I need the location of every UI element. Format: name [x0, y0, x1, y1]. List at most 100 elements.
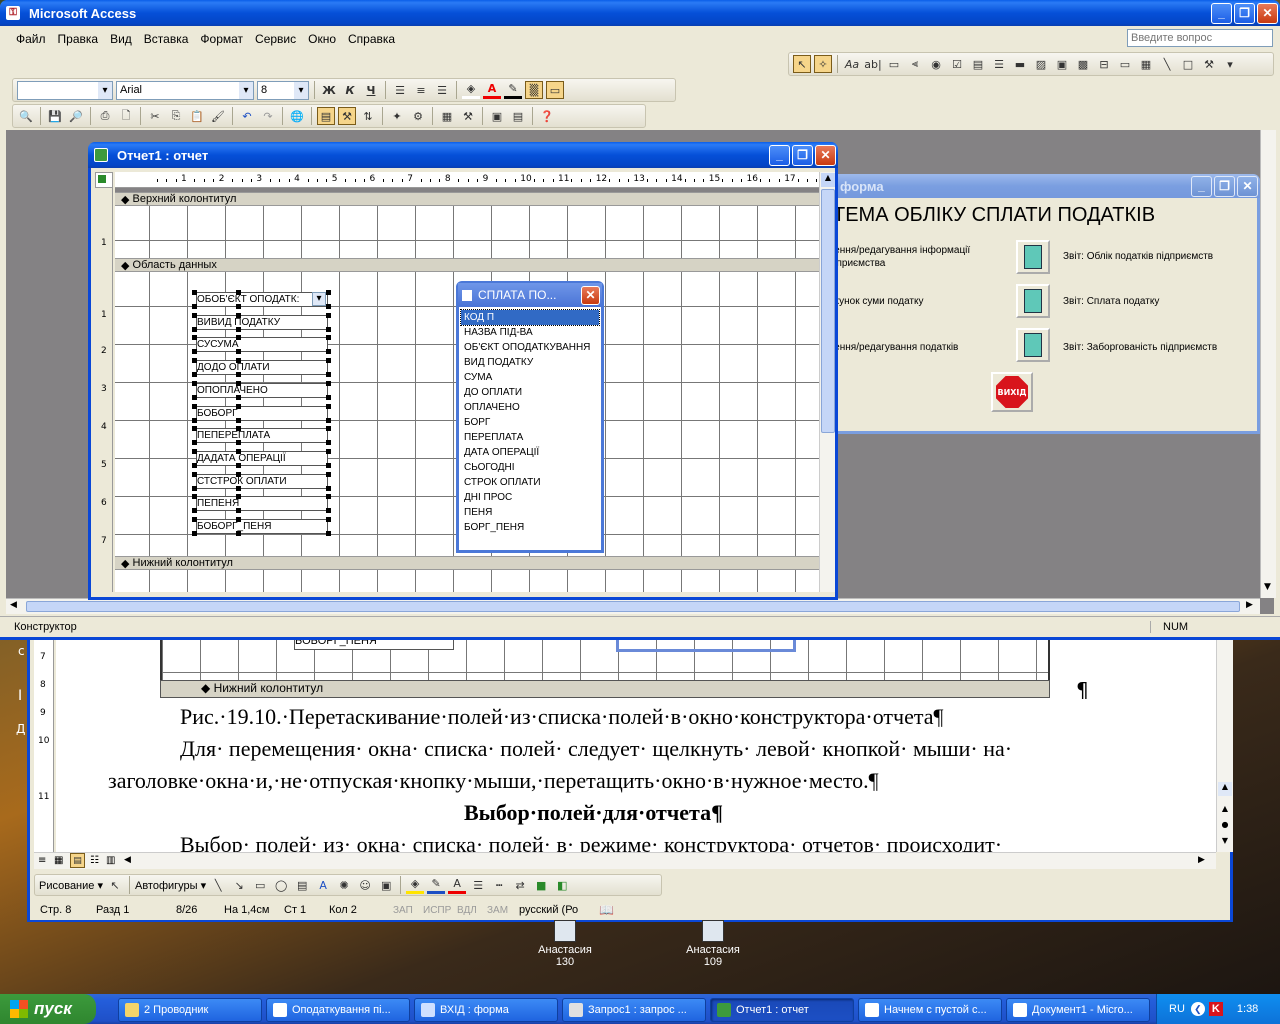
field-list-item[interactable]: БОРГ_ПЕНЯ [461, 520, 599, 535]
resize-handle[interactable] [326, 380, 331, 386]
page-header-bar[interactable]: ◆ Верхний колонтитул [115, 192, 819, 206]
hyperlink-icon[interactable]: 🌐 [288, 107, 306, 125]
report-field-control[interactable]: ПЕ ПЕРЕПЛАТА [196, 428, 328, 444]
scroll-left-icon[interactable]: ◀ [124, 855, 131, 865]
line-color-icon[interactable]: ✎ [427, 876, 446, 894]
detail-bar[interactable]: ◆ Область данных [115, 258, 819, 272]
resize-handle[interactable] [236, 372, 241, 378]
tab-control-icon[interactable]: ▭ [1116, 55, 1134, 73]
font-combo[interactable]: Arial [116, 80, 254, 100]
resize-handle[interactable] [192, 290, 197, 295]
word-page[interactable]: БОБОРГ_ПЕНЯ ◆ Нижний колонтитул ¶ Рис.·1… [56, 632, 1216, 852]
maximize-icon[interactable]: ❐ [792, 144, 813, 166]
report-selector[interactable] [95, 172, 113, 188]
search-file-icon[interactable]: 🔎 [67, 107, 85, 125]
fill-color-icon[interactable]: ◈ [462, 81, 480, 99]
scroll-left-icon[interactable]: ◀ [10, 600, 17, 610]
resize-handle[interactable] [192, 417, 197, 423]
line-icon[interactable]: ╲ [1158, 55, 1176, 73]
arrow-icon[interactable]: ↘ [230, 876, 248, 894]
toolbox-icon[interactable]: ⚒ [338, 107, 356, 125]
help-search-input[interactable] [1127, 29, 1273, 47]
field-list-item[interactable]: ВИД ПОДАТКУ [461, 355, 599, 370]
minimize-icon[interactable]: _ [769, 144, 790, 166]
properties-icon[interactable]: ▦ [438, 107, 456, 125]
unbound-frame-icon[interactable]: ▣ [1053, 55, 1071, 73]
normal-view-icon[interactable]: ≡ [38, 855, 46, 866]
maximize-icon[interactable]: ❐ [1234, 2, 1255, 24]
label-icon[interactable]: Aa [843, 55, 861, 73]
diagram-icon[interactable]: ✺ [335, 876, 353, 894]
resize-handle[interactable] [236, 326, 241, 332]
resize-handle[interactable] [326, 312, 331, 318]
wizard-icon[interactable]: ✧ [814, 55, 832, 73]
print-icon[interactable]: ⎙ [96, 107, 114, 125]
desktop-icon[interactable]: Анастасия 109 [678, 920, 748, 968]
resize-handle[interactable] [326, 358, 331, 364]
listbox-icon[interactable]: ☰ [990, 55, 1008, 73]
line-style-icon[interactable]: ☰ [469, 876, 487, 894]
field-list-item[interactable]: НАЗВА ПІД-ВА [461, 325, 599, 340]
combo-dropdown-icon[interactable]: ▾ [312, 292, 326, 306]
new-object-icon[interactable]: ▤ [509, 107, 527, 125]
resize-handle[interactable] [236, 417, 241, 423]
checkbox-icon[interactable]: ☑ [948, 55, 966, 73]
format-painter-icon[interactable]: 🖌 [209, 107, 227, 125]
resize-handle[interactable] [192, 326, 197, 332]
scroll-right-icon[interactable]: ▶ [1246, 600, 1253, 610]
redo-icon[interactable]: ↷ [259, 107, 277, 125]
form-left-item-1[interactable]: едення/редагування інформації підприємств… [823, 244, 970, 270]
prev-page-icon[interactable]: ▲ [1218, 804, 1232, 816]
next-page-icon[interactable]: ▼ [1218, 836, 1232, 848]
textbox-icon[interactable]: ab| [864, 55, 882, 73]
resize-handle[interactable] [326, 417, 331, 423]
resize-handle[interactable] [326, 426, 331, 432]
resize-handle[interactable] [236, 290, 241, 295]
more-controls-icon[interactable]: ⚒ [1200, 55, 1218, 73]
field-list-title-bar[interactable]: СПЛАТА ПО... ✕ [458, 283, 602, 307]
page-break-icon[interactable]: ⊟ [1095, 55, 1113, 73]
word-vscroll[interactable]: ▲ ▲ ● ▼ [1216, 632, 1233, 852]
shadow-icon[interactable]: ■ [532, 876, 550, 894]
scroll-right-icon[interactable]: ▶ [1198, 855, 1205, 865]
menu-edit[interactable]: Правка [52, 32, 105, 46]
page-footer-bar[interactable]: ◆ Нижний колонтитул [115, 556, 819, 570]
bold-button[interactable]: Ж [320, 81, 338, 99]
field-list-item[interactable]: ДАТА ОПЕРАЦІЇ [461, 445, 599, 460]
resize-handle[interactable] [326, 394, 331, 400]
report-vscroll[interactable]: ▲ [819, 172, 835, 592]
resize-handle[interactable] [236, 304, 241, 309]
border-width-icon[interactable]: ▒ [525, 81, 543, 99]
menu-window[interactable]: Окно [302, 32, 342, 46]
report-field-control[interactable]: ОБ ОБ'ЄКТ ОПОДАТК: [196, 292, 328, 307]
cut-icon[interactable]: ✂ [146, 107, 164, 125]
task-word-1[interactable]: Начнем с пустой с... [858, 998, 1002, 1022]
resize-handle[interactable] [236, 508, 241, 514]
field-list-item[interactable]: ПЕНЯ [461, 505, 599, 520]
print-view-icon[interactable]: ▤ [70, 853, 85, 868]
scroll-thumb[interactable] [821, 189, 835, 433]
resize-handle[interactable] [236, 517, 241, 522]
option-button-icon[interactable]: ◉ [927, 55, 945, 73]
menu-view[interactable]: Вид [104, 32, 138, 46]
field-list-item[interactable]: КОД П [460, 309, 600, 326]
minimize-icon[interactable]: _ [1191, 175, 1212, 197]
menu-tools[interactable]: Сервис [249, 32, 302, 46]
line-color-icon[interactable]: ✎ [504, 81, 522, 99]
font-color-icon[interactable]: A [448, 876, 467, 894]
print-preview-icon[interactable]: 🗋 [117, 107, 135, 125]
reading-view-icon[interactable]: ▥ [106, 855, 115, 866]
resize-handle[interactable] [236, 403, 241, 409]
help-icon[interactable]: ❓ [538, 107, 556, 125]
fill-color-icon[interactable]: ◈ [406, 876, 425, 894]
resize-handle[interactable] [192, 380, 197, 386]
field-list-item[interactable]: ОПЛАЧЕНО [461, 400, 599, 415]
antivirus-icon[interactable]: K [1208, 1002, 1223, 1016]
maximize-icon[interactable]: ❐ [1214, 175, 1235, 197]
resize-handle[interactable] [326, 326, 331, 332]
field-list-item[interactable]: СЬОГОДНІ [461, 460, 599, 475]
resize-handle[interactable] [236, 358, 241, 364]
page-header-grid[interactable] [115, 206, 819, 258]
report-field-control[interactable]: БО БОРГ_ПЕНЯ [196, 519, 328, 534]
resize-handle[interactable] [326, 508, 331, 514]
